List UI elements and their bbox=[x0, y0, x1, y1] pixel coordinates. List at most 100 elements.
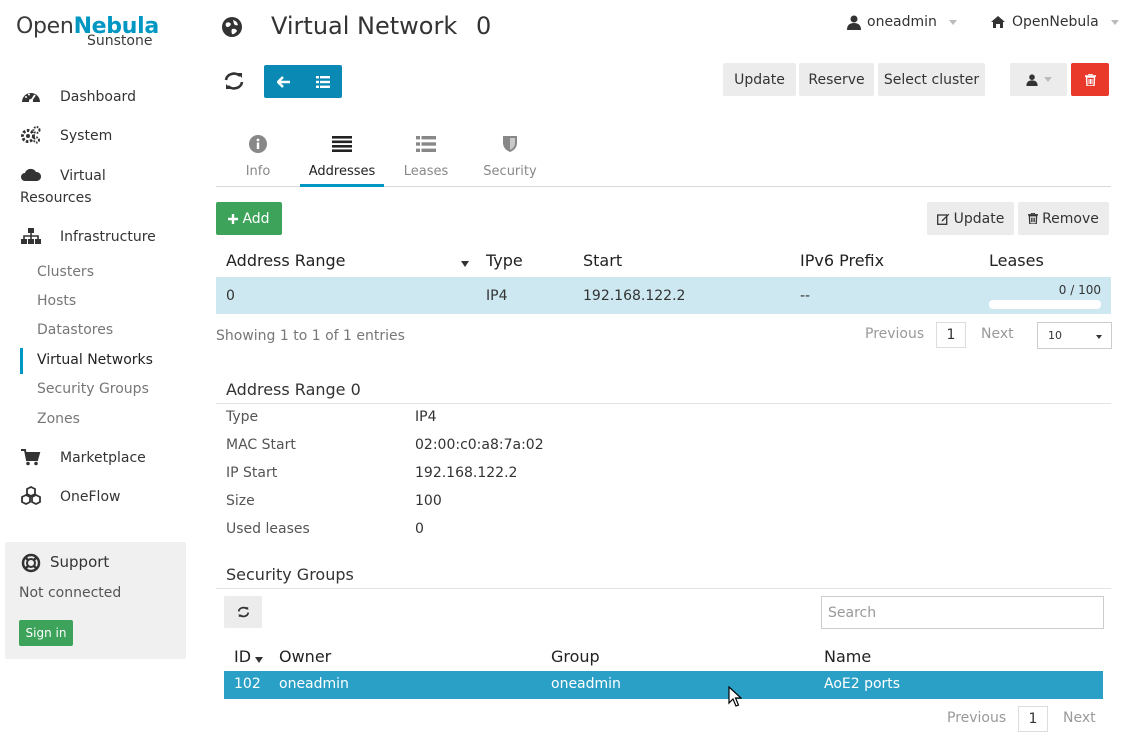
page-title: Virtual Network bbox=[271, 12, 458, 40]
resource-id: 0 bbox=[476, 12, 492, 40]
page-size-select[interactable]: 10 bbox=[1037, 322, 1112, 349]
back-button[interactable] bbox=[264, 65, 303, 98]
nav-security-groups[interactable]: Security Groups bbox=[37, 379, 149, 399]
col-name[interactable]: Name bbox=[824, 647, 871, 666]
trash-icon bbox=[1084, 73, 1096, 86]
col-id[interactable]: ID bbox=[234, 647, 251, 666]
pagination-next[interactable]: Next bbox=[981, 326, 1014, 342]
nav-dashboard[interactable]: Dashboard bbox=[20, 86, 190, 108]
cell-leases-text: 0 / 100 bbox=[1058, 283, 1101, 297]
search-input[interactable] bbox=[821, 596, 1104, 629]
nav-marketplace-label: Marketplace bbox=[60, 450, 146, 466]
refresh-security-groups-button[interactable] bbox=[224, 596, 262, 628]
col-ipv6-prefix[interactable]: IPv6 Prefix bbox=[800, 251, 884, 270]
owner-menu-button[interactable] bbox=[1010, 63, 1067, 96]
remove-address-range-button[interactable]: Remove bbox=[1018, 202, 1109, 235]
cell-group: oneadmin bbox=[551, 676, 621, 692]
reserve-button[interactable]: Reserve bbox=[799, 63, 874, 96]
list-icon bbox=[315, 75, 330, 88]
delete-button[interactable] bbox=[1071, 63, 1109, 96]
chevron-down-icon bbox=[1110, 19, 1119, 25]
pagination-previous[interactable]: Previous bbox=[865, 326, 924, 342]
page-size-value: 10 bbox=[1048, 329, 1062, 342]
cell-type: IP4 bbox=[486, 288, 508, 304]
update-button[interactable]: Update bbox=[723, 63, 796, 96]
user-menu[interactable]: oneadmin bbox=[847, 14, 957, 30]
tab-addresses[interactable]: Addresses bbox=[300, 130, 384, 186]
refresh-icon bbox=[224, 72, 244, 90]
col-group[interactable]: Group bbox=[551, 647, 600, 666]
field-label: Size bbox=[226, 493, 255, 509]
mouse-cursor-icon bbox=[728, 686, 742, 708]
nav-virtual-networks[interactable]: Virtual Networks bbox=[37, 350, 153, 370]
add-address-range-button[interactable]: Add bbox=[216, 202, 282, 235]
globe-icon bbox=[221, 16, 243, 38]
field-label: MAC Start bbox=[226, 437, 296, 453]
table-row[interactable]: 0 IP4 192.168.122.2 -- 0 / 100 bbox=[216, 277, 1111, 314]
pagination-next[interactable]: Next bbox=[1063, 710, 1096, 726]
nav-virtual-resources[interactable]: Virtual Resources bbox=[20, 165, 140, 206]
field-label: Type bbox=[226, 409, 259, 425]
nav-oneflow[interactable]: OneFlow bbox=[20, 486, 190, 508]
update-address-range-button[interactable]: Update bbox=[927, 202, 1014, 235]
cell-start: 192.168.122.2 bbox=[583, 288, 686, 304]
leases-progress-bar bbox=[989, 300, 1101, 309]
tab-addresses-label: Addresses bbox=[308, 164, 376, 179]
cell-owner: oneadmin bbox=[279, 676, 349, 692]
col-leases[interactable]: Leases bbox=[989, 251, 1044, 270]
sign-in-button[interactable]: Sign in bbox=[19, 620, 73, 646]
field-label: Used leases bbox=[226, 521, 310, 537]
field-value: IP4 bbox=[415, 409, 437, 425]
cell-name: AoE2 ports bbox=[824, 676, 901, 692]
nav-infrastructure-label: Infrastructure bbox=[60, 229, 156, 245]
sort-desc-icon bbox=[255, 657, 263, 663]
remove-label: Remove bbox=[1042, 210, 1099, 227]
nav-zones[interactable]: Zones bbox=[37, 409, 80, 429]
support-title: Support bbox=[50, 553, 110, 571]
tab-leases[interactable]: Leases bbox=[384, 130, 468, 186]
nav-system[interactable]: System bbox=[20, 125, 190, 147]
trash-icon bbox=[1028, 213, 1039, 224]
list-view-button[interactable] bbox=[303, 65, 342, 98]
pagination-page[interactable]: 1 bbox=[1018, 706, 1048, 732]
field-value: 192.168.122.2 bbox=[415, 465, 518, 481]
section-divider bbox=[216, 588, 1111, 589]
nav-hosts[interactable]: Hosts bbox=[37, 291, 76, 311]
pagination-previous[interactable]: Previous bbox=[947, 710, 1006, 726]
nav-oneflow-label: OneFlow bbox=[60, 489, 121, 505]
zone-menu[interactable]: OpenNebula bbox=[990, 14, 1119, 30]
cubes-icon bbox=[20, 486, 42, 506]
table-row[interactable]: 102 oneadmin oneadmin AoE2 ports bbox=[224, 671, 1103, 699]
col-address-range[interactable]: Address Range bbox=[226, 251, 346, 270]
cogs-icon bbox=[20, 125, 42, 145]
tab-security-label: Security bbox=[483, 164, 537, 179]
opennebula-logo[interactable]: OpenNebula Sunstone bbox=[16, 12, 166, 56]
user-icon bbox=[847, 15, 861, 30]
nav-active-indicator bbox=[20, 348, 23, 374]
pagination-page[interactable]: 1 bbox=[936, 322, 966, 348]
edit-icon bbox=[936, 213, 949, 225]
nav-marketplace[interactable]: Marketplace bbox=[20, 447, 190, 469]
col-owner[interactable]: Owner bbox=[279, 647, 331, 666]
nav-datastores[interactable]: Datastores bbox=[37, 320, 113, 340]
home-icon bbox=[990, 15, 1006, 29]
list-alt-icon bbox=[416, 130, 436, 158]
tab-security[interactable]: Security bbox=[468, 130, 552, 186]
nav-clusters[interactable]: Clusters bbox=[37, 262, 94, 282]
nav-infrastructure[interactable]: Infrastructure bbox=[20, 226, 190, 248]
security-groups-title: Security Groups bbox=[226, 565, 354, 584]
col-type[interactable]: Type bbox=[486, 251, 523, 270]
tab-info[interactable]: Info bbox=[216, 130, 300, 186]
col-start[interactable]: Start bbox=[583, 251, 622, 270]
cell-id: 102 bbox=[234, 676, 261, 692]
nav-system-label: System bbox=[60, 128, 113, 144]
tab-info-label: Info bbox=[245, 164, 271, 179]
refresh-button[interactable] bbox=[223, 71, 245, 91]
field-value: 0 bbox=[415, 521, 424, 537]
chevron-down-icon bbox=[1043, 77, 1052, 82]
active-tab-indicator bbox=[300, 184, 384, 187]
select-cluster-button[interactable]: Select cluster bbox=[878, 63, 985, 96]
support-status: Not connected bbox=[19, 585, 122, 601]
cell-address-range: 0 bbox=[226, 288, 235, 304]
cart-icon bbox=[20, 447, 42, 467]
